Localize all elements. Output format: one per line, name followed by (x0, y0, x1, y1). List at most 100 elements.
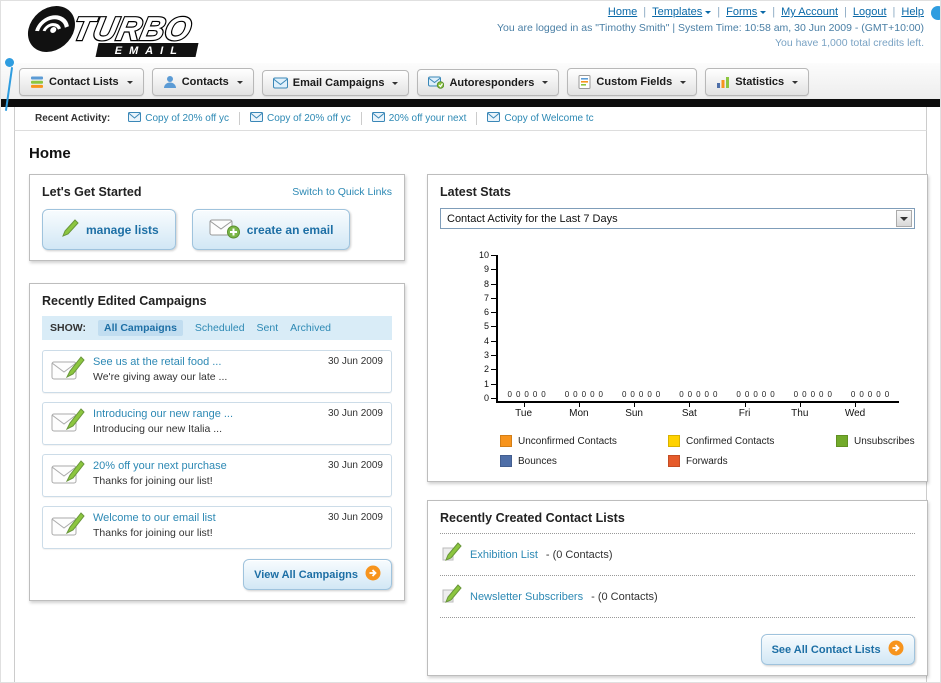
link-forms[interactable]: Forms (726, 6, 767, 18)
turbo-email-logo-graphic: TURBO EMAIL (27, 6, 199, 57)
chevron-down-icon (705, 10, 712, 17)
contact-list-row[interactable]: Newsletter Subscribers - (0 Contacts) (440, 576, 915, 618)
y-axis-tick: 7 (472, 293, 496, 303)
campaign-title-link[interactable]: 20% off your next purchase (93, 460, 320, 472)
top-header: TURBO EMAIL Home Templates Forms My Acco… (1, 1, 940, 111)
contact-list-count: - (0 Contacts) (591, 590, 658, 603)
campaign-subtitle: Introducing our new Italia ... (93, 423, 222, 435)
x-axis-label: Wed (827, 403, 882, 419)
bar-value-label: 0 (876, 390, 881, 399)
link-logout[interactable]: Logout (853, 6, 887, 18)
tab-archived[interactable]: Archived (290, 322, 331, 334)
see-all-contact-lists-button[interactable]: See All Contact Lists (760, 634, 915, 665)
latest-stats-title: Latest Stats (440, 185, 511, 199)
campaign-row[interactable]: See us at the retail food ... We're givi… (42, 350, 392, 393)
link-home[interactable]: Home (608, 6, 637, 18)
recent-activity-item[interactable]: Copy of 20% off yc (238, 112, 361, 125)
recent-activity-item[interactable]: Copy of Welcome tc (476, 112, 603, 125)
tab-all-campaigns[interactable]: All Campaigns (97, 320, 183, 336)
bar-value-label: 0 (704, 390, 709, 399)
contact-list-link[interactable]: Newsletter Subscribers (470, 591, 583, 603)
contacts-icon (163, 75, 177, 89)
contact-list-link[interactable]: Exhibition List (470, 549, 538, 561)
recent-activity-item[interactable]: 20% off your next (360, 112, 477, 125)
credits-info: You have 1,000 total credits left. (774, 37, 924, 49)
stats-period-select[interactable]: Contact Activity for the Last 7 Days (440, 208, 915, 229)
y-axis-tick: 9 (472, 265, 496, 274)
bar-value-label: 0 (621, 390, 627, 399)
contact-list-count: - (0 Contacts) (545, 548, 613, 561)
legend-swatch (500, 455, 512, 467)
content-frame: Home Let's Get Started Switch to Quick L… (14, 131, 928, 682)
bar-value-label: 0 (884, 390, 890, 399)
nav-contacts[interactable]: Contacts (151, 68, 254, 96)
recent-activity-item[interactable]: Copy of 20% off yc (118, 112, 239, 125)
login-info: You are logged in as "Timothy Smith" | S… (497, 22, 924, 34)
bar-value-label: 0 (850, 390, 856, 399)
campaign-subtitle: Thanks for joining our list! (93, 475, 213, 487)
link-my-account[interactable]: My Account (781, 6, 838, 18)
decorative-dot-right-icon (931, 6, 940, 20)
nav-custom-fields[interactable]: Custom Fields (567, 68, 698, 96)
latest-stats-panel: Latest Stats Contact Activity for the La… (427, 174, 928, 482)
pencil-page-icon (442, 584, 462, 609)
autoresponders-icon (428, 76, 445, 89)
x-axis-label: Thu (772, 403, 827, 419)
campaign-date: 30 Jun 2009 (327, 460, 383, 471)
chevron-down-icon (392, 81, 399, 88)
email-edit-icon (51, 408, 85, 439)
manage-lists-button[interactable]: manage lists (42, 209, 176, 250)
x-axis-label: Sat (662, 403, 717, 419)
y-axis-tick: 10 (472, 251, 496, 260)
campaign-row[interactable]: Introducing our new range ... Introducin… (42, 402, 392, 445)
divider-bar (1, 99, 940, 107)
nav-autoresponders[interactable]: Autoresponders (417, 69, 560, 96)
bar-value-label: 0 (761, 390, 767, 399)
chart-y-axis: 10 9 8 7 6 5 4 3 2 1 0 (472, 251, 496, 403)
chevron-down-icon (895, 210, 912, 227)
campaign-row[interactable]: 20% off your next purchase Thanks for jo… (42, 454, 392, 497)
create-email-button[interactable]: create an email (191, 209, 351, 250)
separator (643, 6, 646, 18)
campaign-filter-tabs: SHOW: All Campaigns Scheduled Sent Archi… (42, 316, 392, 340)
y-axis-tick: 5 (472, 322, 496, 331)
campaign-title-link[interactable]: Welcome to our email list (93, 512, 320, 524)
campaigns-panel: Recently Edited Campaigns SHOW: All Camp… (29, 283, 405, 601)
tab-sent[interactable]: Sent (257, 322, 279, 334)
campaign-date: 30 Jun 2009 (327, 356, 383, 367)
get-started-title: Let's Get Started (42, 185, 142, 199)
bar-value-label: 0 (573, 390, 578, 399)
switch-quick-links-link[interactable]: Switch to Quick Links (292, 186, 392, 198)
tab-scheduled[interactable]: Scheduled (195, 322, 245, 334)
y-axis-tick: 3 (472, 351, 496, 360)
campaign-subtitle: Thanks for joining our list! (93, 527, 213, 539)
contact-lists-title: Recently Created Contact Lists (440, 511, 915, 534)
bar-value-label: 0 (696, 390, 701, 399)
chart-group: 00000 (727, 255, 784, 401)
chart-x-labels: Tue Mon Sun Sat Fri Thu Wed (496, 403, 899, 419)
campaign-row[interactable]: Welcome to our email list Thanks for joi… (42, 506, 392, 549)
nav-statistics[interactable]: Statistics (705, 68, 810, 96)
bar-value-label: 0 (647, 390, 652, 399)
campaign-title-link[interactable]: Introducing our new range ... (93, 408, 320, 420)
bar-value-label: 0 (713, 390, 718, 399)
y-axis-tick: 2 (472, 365, 496, 374)
link-templates[interactable]: Templates (652, 6, 712, 18)
view-all-campaigns-button[interactable]: View All Campaigns (243, 559, 392, 590)
link-help[interactable]: Help (901, 6, 924, 18)
logo-text-email: EMAIL (114, 45, 186, 57)
legend-swatch (836, 435, 848, 447)
bar-value-label: 0 (532, 390, 538, 399)
nav-email-campaigns[interactable]: Email Campaigns (261, 70, 410, 96)
contact-list-row[interactable]: Exhibition List - (0 Contacts) (440, 534, 915, 576)
x-axis-label: Tue (496, 403, 551, 419)
nav-contact-lists[interactable]: Contact Lists (19, 68, 144, 96)
legend-swatch (500, 435, 512, 447)
x-axis-label: Mon (551, 403, 606, 419)
recent-activity-bar: Recent Activity: Copy of 20% off yc Copy… (14, 107, 927, 131)
campaign-title-link[interactable]: See us at the retail food ... (93, 356, 320, 368)
bar-value-label: 0 (630, 390, 635, 399)
chevron-down-icon (126, 80, 133, 87)
contact-lists-panel: Recently Created Contact Lists Exhibitio… (427, 500, 928, 676)
custom-fields-icon (578, 75, 591, 89)
